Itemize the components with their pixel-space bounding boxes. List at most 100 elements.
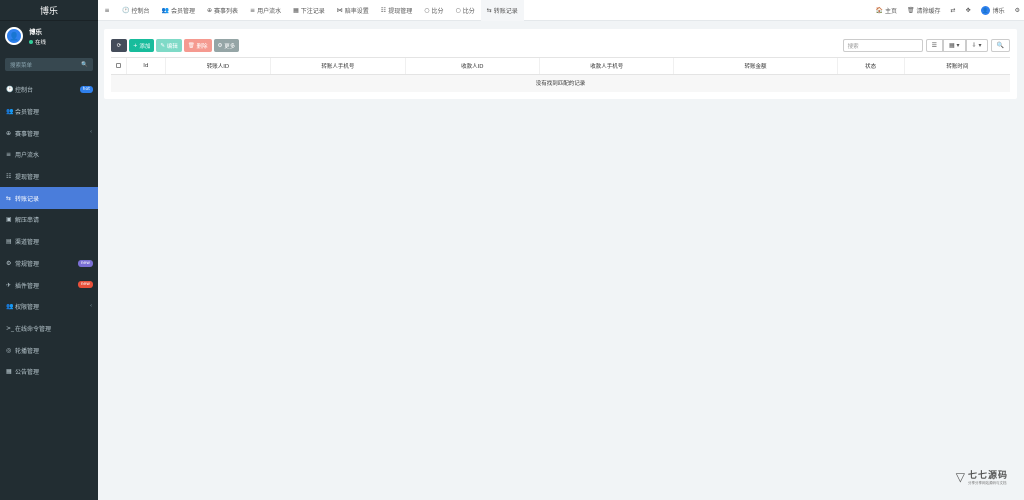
- nav-tab[interactable]: ⋈ 赔率设置: [331, 0, 375, 21]
- nav-tab[interactable]: ☷ 提现管理: [375, 0, 418, 21]
- sidebar-item-label: 转账记录: [15, 195, 40, 203]
- fullscreen-icon[interactable]: ✥: [966, 7, 971, 14]
- nav-tab-icon: ≡: [250, 6, 256, 14]
- sidebar-item[interactable]: ✈ 插件管理 new: [0, 274, 98, 296]
- sidebar-item-icon: ▦: [6, 368, 12, 376]
- more-button[interactable]: ⚙ 更多: [213, 39, 240, 52]
- nav-tab-icon: 👥: [161, 6, 169, 14]
- chevron-left-icon: ‹: [90, 302, 92, 309]
- add-button[interactable]: + 添加: [129, 39, 155, 52]
- user-panel: 👤 博乐 在线: [0, 21, 98, 51]
- nav-tab[interactable]: 🕐 控制台: [116, 0, 156, 21]
- table-header-cell[interactable]: 收款人手机号: [539, 57, 674, 75]
- watermark-subtitle: 分享分享网站源码与文档: [967, 481, 1007, 485]
- nav-tab[interactable]: ▦ 下注记录: [287, 0, 331, 21]
- sidebar-item-icon: >_: [6, 324, 15, 332]
- sidebar-item[interactable]: ⊕ 赛事管理 ‹: [0, 122, 98, 144]
- sidebar-item[interactable]: >_ 在线命令管理: [0, 318, 98, 340]
- sidebar-item[interactable]: ◎ 轮播管理: [0, 339, 98, 361]
- select-all-checkbox[interactable]: [111, 57, 127, 75]
- toggle-view-button[interactable]: ☰: [925, 39, 943, 52]
- sidebar-item-icon: 👥: [6, 303, 14, 311]
- sidebar-item[interactable]: 🕐 控制台 hot: [0, 79, 98, 101]
- translate-icon[interactable]: ⇄: [951, 7, 956, 14]
- table-header-cell[interactable]: 转账时间: [903, 57, 1010, 75]
- nav-tab[interactable]: 👥 会员管理: [156, 0, 202, 21]
- nav-tab[interactable]: ⇆ 转账记录: [480, 0, 524, 21]
- table-header-cell[interactable]: 转账人ID: [164, 57, 271, 75]
- sidebar-item-label: 提现管理: [15, 174, 40, 182]
- table-header-cell[interactable]: 转账人手机号: [270, 57, 406, 75]
- user-avatar-icon: 👤: [5, 27, 23, 45]
- trash-icon: 🗑: [906, 7, 915, 14]
- table-header-cell[interactable]: Id: [126, 57, 166, 75]
- refresh-icon: ⟳: [116, 42, 122, 49]
- sidebar-item[interactable]: ⚙ 常规管理 new: [0, 253, 98, 275]
- home-icon: 🏠: [875, 7, 884, 14]
- nav-tab[interactable]: ○ 比分: [418, 0, 449, 21]
- search-icon[interactable]: 🔍: [81, 62, 88, 68]
- sidebar-item[interactable]: 👥 会员管理: [0, 101, 98, 123]
- edit-button[interactable]: ✎ 编辑: [156, 39, 182, 52]
- app-logo[interactable]: 博乐: [0, 0, 98, 21]
- nav-tab[interactable]: ≡ 用户流水: [244, 0, 287, 21]
- sidebar-item[interactable]: ▦ 公告管理: [0, 361, 98, 383]
- nav-tab[interactable]: ⊕ 赛事列表: [201, 0, 244, 21]
- export-dropdown[interactable]: ⇩ ▾: [965, 39, 988, 52]
- edit-label: 编辑: [166, 43, 178, 50]
- sidebar-item[interactable]: ⇆ 转账记录: [0, 187, 98, 210]
- nav-tab-label: 赔率设置: [344, 7, 369, 15]
- sidebar-item-label: 渠道管理: [15, 239, 40, 247]
- columns-dropdown[interactable]: ▦ ▾: [942, 39, 966, 52]
- sidebar-item-badge: new: [77, 259, 93, 267]
- menu-toggle-icon[interactable]: ≡: [98, 0, 116, 21]
- sidebar-item-badge: new: [77, 281, 93, 289]
- sidebar-item-icon: ▣: [6, 216, 12, 224]
- sidebar-item-icon: ≡: [6, 151, 12, 159]
- sidebar-item-label: 赛事管理: [15, 130, 40, 138]
- clear-cache-button[interactable]: 🗑 清除缓存: [907, 6, 941, 15]
- add-label: 添加: [139, 43, 151, 50]
- table-header-cell[interactable]: 状态: [836, 57, 905, 75]
- watermark-title: 七七源码: [967, 471, 1008, 481]
- table-empty-row: 没有找到匹配的记录: [111, 74, 1010, 92]
- sidebar-item[interactable]: ≡ 用户流水: [0, 144, 98, 166]
- delete-button[interactable]: 🗑 删除: [183, 39, 212, 52]
- user-status: 在线: [29, 38, 46, 46]
- nav-tab[interactable]: ○ 比分: [449, 0, 480, 21]
- user-name: 博乐: [29, 28, 42, 36]
- sidebar-item[interactable]: ▤ 渠道管理: [0, 231, 98, 253]
- table-header-cell[interactable]: 收款人ID: [404, 57, 540, 75]
- home-label: 主页: [884, 8, 897, 15]
- sidebar-item-icon: ✈: [6, 281, 12, 289]
- columns-icon: ▦ ▾: [948, 42, 960, 49]
- nav-tab-label: 转账记录: [493, 7, 518, 15]
- table-header-row: Id 转账人ID 转账人手机号 收款人ID 收款人手机号 转账金额 状态 转账时间: [111, 57, 1010, 75]
- sidebar-item[interactable]: ☷ 提现管理: [0, 166, 98, 188]
- sidebar-item-icon: ⚙: [6, 259, 12, 267]
- nav-tab-label: 比分: [462, 7, 475, 15]
- advanced-search-button[interactable]: 🔍: [990, 39, 1010, 52]
- user-menu[interactable]: 👤 博乐: [980, 6, 1005, 15]
- sidebar-item-label: 在线命令管理: [15, 325, 52, 333]
- sidebar-item[interactable]: 👥 权限管理 ‹: [0, 296, 98, 318]
- sidebar-item-label: 用户流水: [15, 152, 40, 160]
- table-header-cell[interactable]: 转账金额: [673, 57, 837, 75]
- sidebar-item-label: 轮播管理: [15, 347, 40, 355]
- sidebar-item-label: 公告管理: [15, 369, 40, 377]
- sidebar-item-icon: ▤: [6, 238, 12, 246]
- sidebar-item[interactable]: ▣ 解压串请: [0, 209, 98, 231]
- sidebar-item-label: 插件管理: [15, 282, 40, 290]
- sidebar-search-input[interactable]: 搜索菜单 🔍: [5, 58, 93, 71]
- home-link[interactable]: 🏠 主页: [876, 6, 897, 15]
- sidebar-item-icon: ⊕: [6, 129, 12, 137]
- watermark-triangle-icon: ▽: [955, 470, 965, 484]
- settings-gear-icon[interactable]: ⚙: [1015, 7, 1020, 14]
- table-search-input[interactable]: 搜索: [842, 39, 923, 52]
- refresh-button[interactable]: ⟳: [111, 39, 127, 52]
- export-icon: ⇩ ▾: [971, 42, 982, 49]
- online-dot-icon: [29, 40, 33, 44]
- nav-tab-label: 提现管理: [388, 7, 413, 15]
- nav-tab-label: 控制台: [131, 7, 150, 15]
- sidebar-item-label: 控制台: [15, 87, 34, 95]
